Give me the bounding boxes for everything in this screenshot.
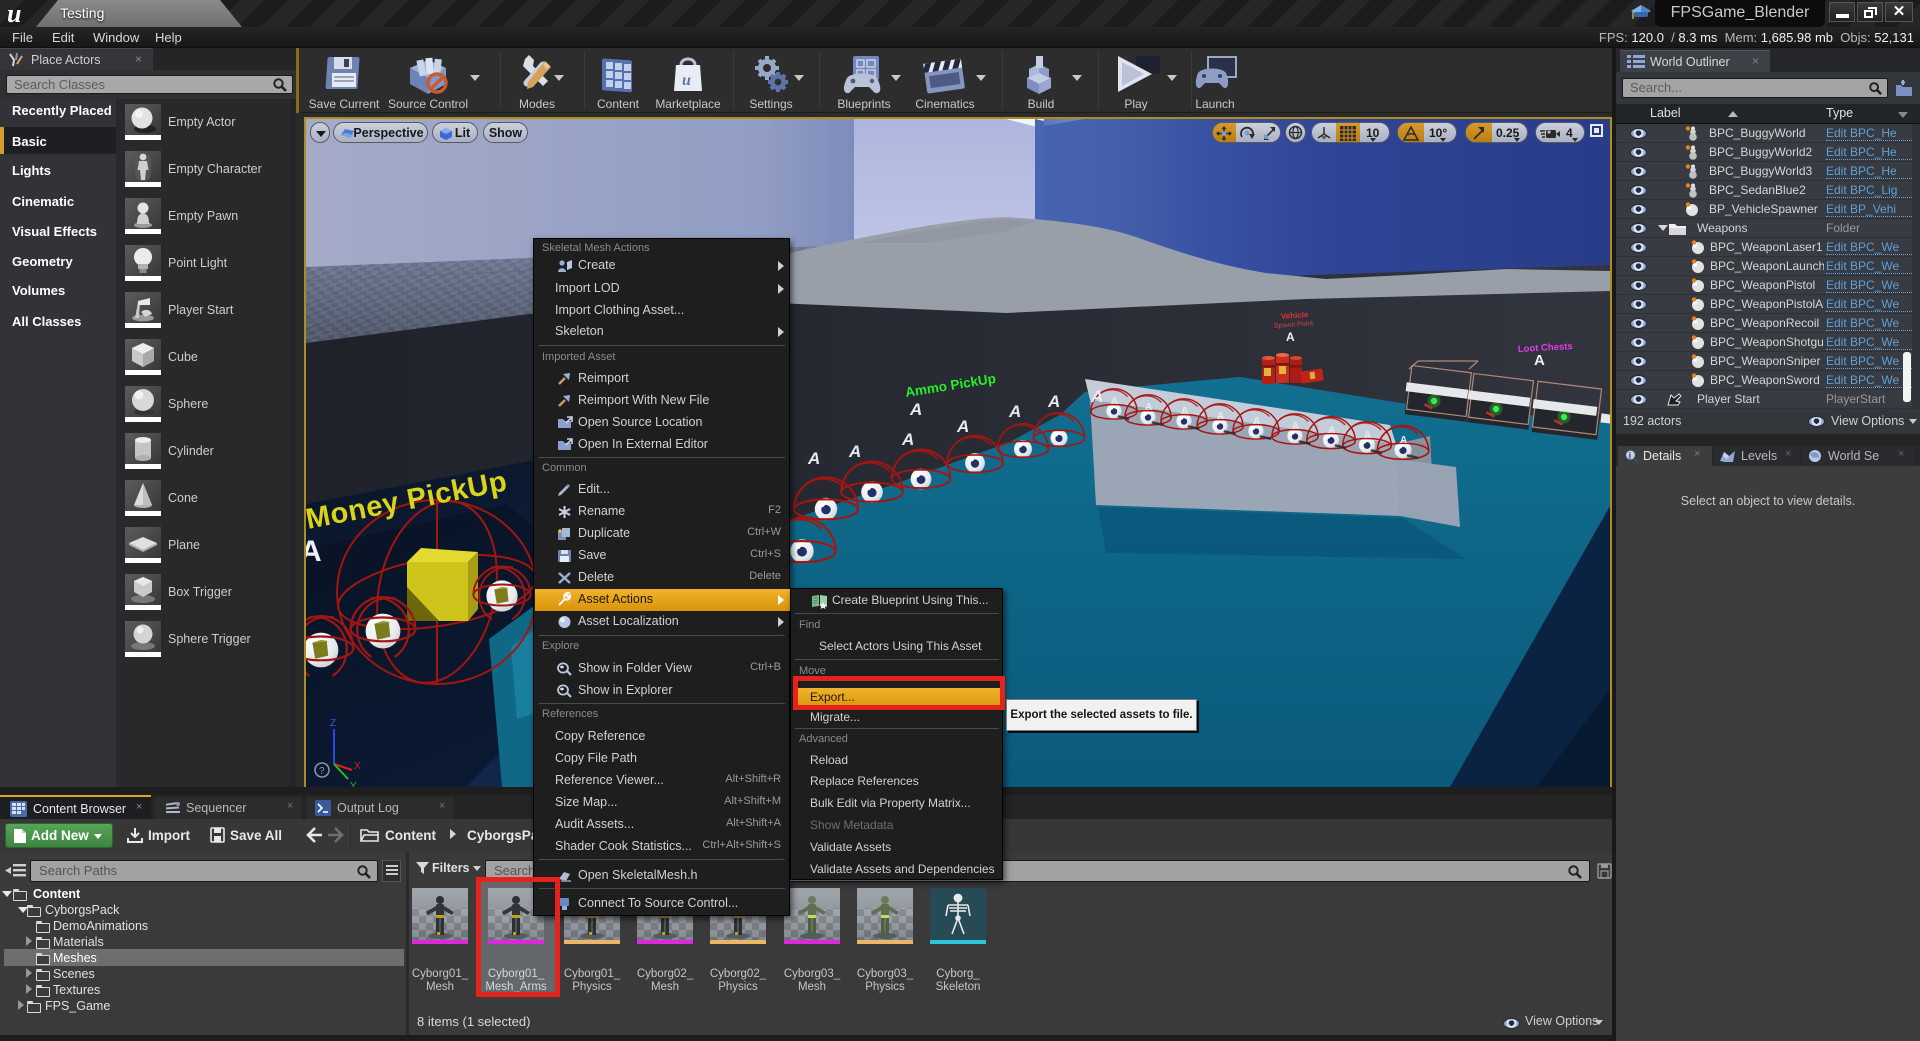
svg-text:A: A (1145, 402, 1152, 413)
svg-text:A: A (1111, 396, 1118, 407)
svg-text:A: A (1253, 416, 1260, 427)
svg-text:A: A (1400, 435, 1407, 446)
svg-text:A: A (1181, 406, 1188, 417)
svg-text:Z: Z (330, 718, 336, 729)
svg-text:A: A (909, 400, 922, 419)
svg-text:A: A (306, 535, 322, 568)
svg-text:u: u (682, 72, 691, 89)
svg-text:X: X (354, 761, 361, 772)
svg-text:A: A (1047, 392, 1060, 411)
svg-text:A: A (848, 442, 861, 461)
svg-text:A: A (1292, 421, 1299, 432)
svg-text:A: A (1217, 411, 1224, 422)
svg-text:A: A (1090, 387, 1103, 406)
svg-text:A: A (807, 449, 820, 468)
svg-text:u: u (7, 1, 21, 27)
svg-text:A: A (1286, 330, 1295, 344)
svg-text:A: A (1328, 425, 1335, 436)
svg-text:A: A (956, 417, 969, 436)
svg-text:A: A (901, 430, 914, 449)
svg-text:A: A (1364, 430, 1371, 441)
svg-text:A: A (1534, 352, 1545, 369)
svg-text:A: A (1008, 402, 1021, 421)
svg-text:?: ? (319, 766, 325, 777)
